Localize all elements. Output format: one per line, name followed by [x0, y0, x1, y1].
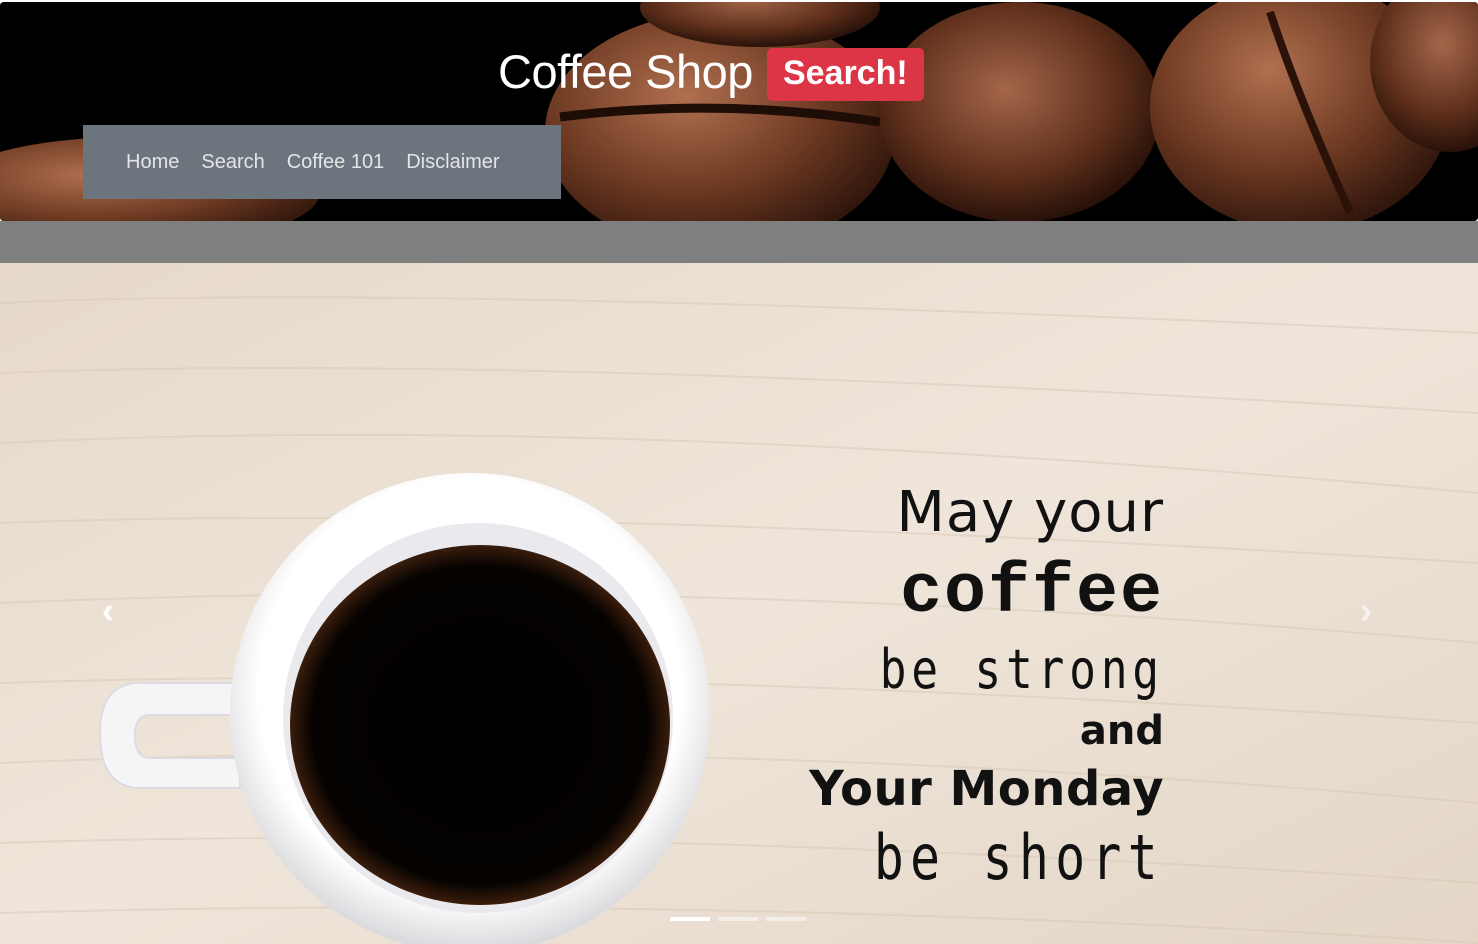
quote-line-6: be short: [873, 821, 1164, 894]
chevron-left-icon: ‹: [101, 589, 115, 632]
main-nav: Home Search Coffee 101 Disclaimer: [83, 125, 561, 199]
site-title[interactable]: Coffee Shop: [498, 44, 753, 99]
carousel-prev-button[interactable]: ‹: [88, 589, 128, 632]
nav-search[interactable]: Search: [201, 151, 264, 174]
quote-line-4: and: [1079, 708, 1164, 754]
search-badge[interactable]: Search!: [766, 48, 924, 101]
brand-row: Coffee Shop Search!: [498, 42, 924, 101]
slide-quote: May your coffee be strong and Your Monda…: [764, 485, 1164, 889]
quote-line-2: coffee: [899, 554, 1164, 633]
quote-line-3: be strong: [879, 638, 1164, 701]
carousel-indicator-3[interactable]: [766, 917, 806, 921]
nav-coffee-101[interactable]: Coffee 101: [287, 151, 385, 174]
quote-line-1: May your: [896, 480, 1164, 545]
carousel-indicator-1[interactable]: [670, 917, 710, 921]
coffee-cup-slide-image: [0, 263, 1478, 944]
carousel-indicators: [670, 917, 814, 921]
carousel-next-button[interactable]: ›: [1346, 589, 1386, 632]
nav-disclaimer[interactable]: Disclaimer: [406, 151, 499, 174]
chevron-right-icon: ›: [1359, 589, 1373, 632]
nav-home[interactable]: Home: [126, 151, 179, 174]
site-header: Coffee Shop Search! Home Search Coffee 1…: [0, 2, 1478, 221]
divider-band: [0, 221, 1478, 263]
quote-line-5: Your Monday: [809, 761, 1164, 817]
carousel-indicator-2[interactable]: [718, 917, 758, 921]
hero-carousel: May your coffee be strong and Your Monda…: [0, 263, 1478, 944]
